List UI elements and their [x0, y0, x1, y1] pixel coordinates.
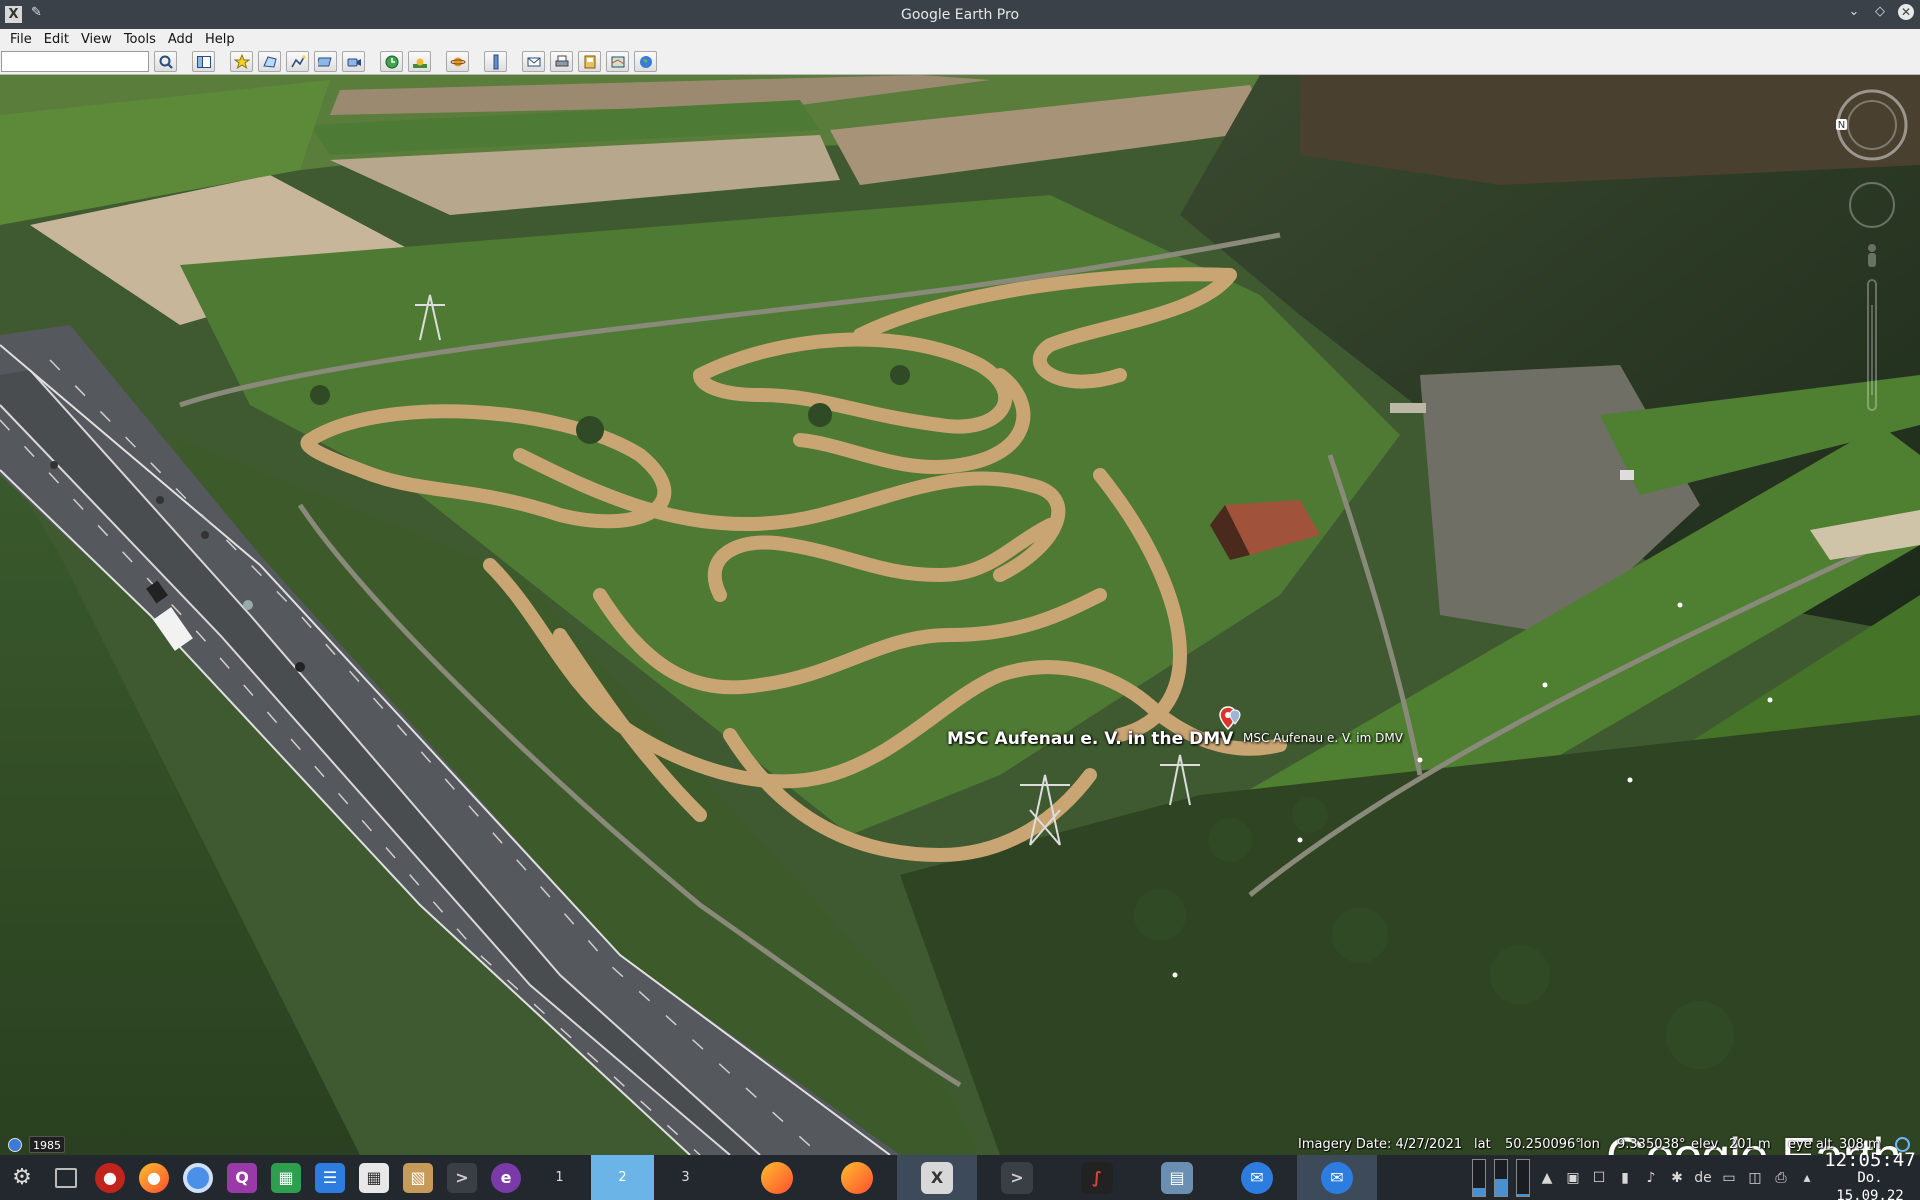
minimize-icon[interactable]: ⌄ [1846, 4, 1862, 20]
menu-view[interactable]: View [75, 32, 118, 47]
clipboard-icon[interactable]: ☐ [1586, 1170, 1612, 1186]
polygon-icon[interactable] [258, 51, 281, 72]
document-icon[interactable]: ☰ [308, 1155, 352, 1200]
tray-expand-icon[interactable]: ▴ [1794, 1170, 1820, 1186]
system-tray: ▲ ▣ ☐ ▮ ♪ ✱ de ▭ ◫ ⎙ ▴ 12:05:47 Do. 15.0… [1468, 1150, 1920, 1200]
menu-add[interactable]: Add [162, 32, 199, 47]
look-joystick-icon: N [1836, 89, 1908, 161]
taskbar: ⚙ ● ● Q ▦ ☰ ▦ ▧ > e 1 2 3 X > ∫ ▤ ✉ ✉ ▲ … [0, 1150, 1920, 1200]
elev-value: 201 m [1729, 1137, 1771, 1152]
task-mail-1[interactable]: ✉ [1217, 1155, 1297, 1200]
clock-time: 12:05:47 [1824, 1148, 1916, 1171]
street-view-pegman-icon [1868, 244, 1876, 267]
ruler-icon[interactable] [484, 51, 507, 72]
archive-icon[interactable]: ▧ [396, 1155, 440, 1200]
display-icon[interactable]: ▭ [1716, 1170, 1742, 1186]
move-joystick-icon [1849, 182, 1895, 228]
menu-help[interactable]: Help [199, 32, 241, 47]
battery-icon[interactable]: ▮ [1612, 1170, 1638, 1186]
pin-icon[interactable]: ✎ [31, 5, 42, 20]
close-icon[interactable]: ✕ [1898, 4, 1914, 20]
clock-date: Do. 15.09.22 [1836, 1169, 1904, 1200]
clock[interactable]: 12:05:47 Do. 15.09.22 [1820, 1148, 1920, 1200]
maximize-icon[interactable]: ◇ [1872, 4, 1888, 20]
toolbar [0, 49, 1920, 75]
historical-imagery-icon[interactable] [380, 51, 403, 72]
show-desktop-icon[interactable] [44, 1155, 88, 1200]
task-firefox-1[interactable] [737, 1155, 817, 1200]
red-app-icon[interactable]: ● [88, 1155, 132, 1200]
placemark-label[interactable]: MSC Aufenau e. V. in the DMV [947, 729, 1233, 749]
video-editor-icon[interactable]: ▦ [352, 1155, 396, 1200]
satellite-imagery [0, 75, 1920, 1155]
record-tour-icon[interactable] [342, 51, 365, 72]
lon-label: lon [1580, 1137, 1600, 1152]
chromium-icon[interactable] [176, 1155, 220, 1200]
svg-text:N: N [1838, 120, 1845, 131]
title-bar: X ✎ Google Earth Pro ⌄ ◇ ✕ [0, 0, 1920, 29]
sun-icon[interactable] [408, 51, 431, 72]
window-title: Google Earth Pro [900, 6, 1020, 23]
imagery-date: Imagery Date: 4/27/2021 [1298, 1137, 1463, 1152]
task-image-viewer[interactable]: ▤ [1137, 1155, 1217, 1200]
earth-3d-view[interactable]: MSC Aufenau e. V. in the DMV MSC Aufenau… [0, 75, 1920, 1155]
planets-icon[interactable] [446, 51, 469, 72]
path-icon[interactable] [286, 51, 309, 72]
desktop-3[interactable]: 3 [654, 1155, 717, 1200]
image-overlay-icon[interactable] [314, 51, 337, 72]
terminal-icon[interactable]: > [440, 1155, 484, 1200]
view-in-maps-icon[interactable] [606, 51, 629, 72]
desktop-2[interactable]: 2 [591, 1155, 654, 1200]
menu-tools[interactable]: Tools [118, 32, 162, 47]
task-mail-2[interactable]: ✉ [1297, 1155, 1377, 1200]
status-bar: Imagery Date: 4/27/2021 lat 50.250096° l… [0, 1135, 1920, 1155]
firefox-icon[interactable]: ● [132, 1155, 176, 1200]
zoom-slider [1867, 279, 1877, 411]
screenshot-icon[interactable]: ▣ [1560, 1170, 1586, 1186]
email-icon[interactable] [522, 51, 545, 72]
qgis-icon[interactable]: Q [220, 1155, 264, 1200]
navigation-controls[interactable]: N [1830, 85, 1914, 425]
lon-value: 9.335038° [1617, 1137, 1686, 1152]
print-icon[interactable] [550, 51, 573, 72]
placemark-label-local[interactable]: MSC Aufenau e. V. im DMV [1243, 731, 1403, 745]
keyboard-layout[interactable]: de [1690, 1170, 1716, 1186]
lat-value: 50.250096° [1505, 1137, 1582, 1152]
lat-label: lat [1474, 1137, 1491, 1152]
app-launcher-icon[interactable]: ⚙ [0, 1155, 44, 1200]
task-terminal[interactable]: > [977, 1155, 1057, 1200]
search-icon[interactable] [154, 51, 177, 72]
volume-icon[interactable]: ♪ [1638, 1170, 1664, 1186]
task-google-earth[interactable]: X [897, 1155, 977, 1200]
task-firefox-2[interactable] [817, 1155, 897, 1200]
search-input[interactable] [1, 51, 149, 72]
network-icon[interactable]: ◫ [1742, 1170, 1768, 1186]
desktop-1[interactable]: 1 [528, 1155, 591, 1200]
notifications-icon[interactable]: ▲ [1534, 1170, 1560, 1186]
bluetooth-icon[interactable]: ✱ [1664, 1170, 1690, 1186]
sidebar-icon[interactable] [192, 51, 215, 72]
placemark-icon[interactable] [230, 51, 253, 72]
elev-label: elev [1691, 1137, 1719, 1152]
cpu-meter-1 [1472, 1158, 1486, 1197]
save-image-icon[interactable] [578, 51, 601, 72]
cpu-meter-3 [1516, 1158, 1530, 1197]
menu-bar: File Edit View Tools Add Help [0, 29, 1920, 49]
menu-edit[interactable]: Edit [38, 32, 75, 47]
earth-icon[interactable] [634, 51, 657, 72]
menu-file[interactable]: File [4, 32, 38, 47]
spreadsheet-icon[interactable]: ▦ [264, 1155, 308, 1200]
x-icon[interactable]: X [5, 6, 22, 23]
printer-icon[interactable]: ⎙ [1768, 1170, 1794, 1186]
emacs-icon[interactable]: e [484, 1155, 528, 1200]
task-graph-app[interactable]: ∫ [1057, 1155, 1137, 1200]
cpu-meter-2 [1494, 1158, 1508, 1197]
